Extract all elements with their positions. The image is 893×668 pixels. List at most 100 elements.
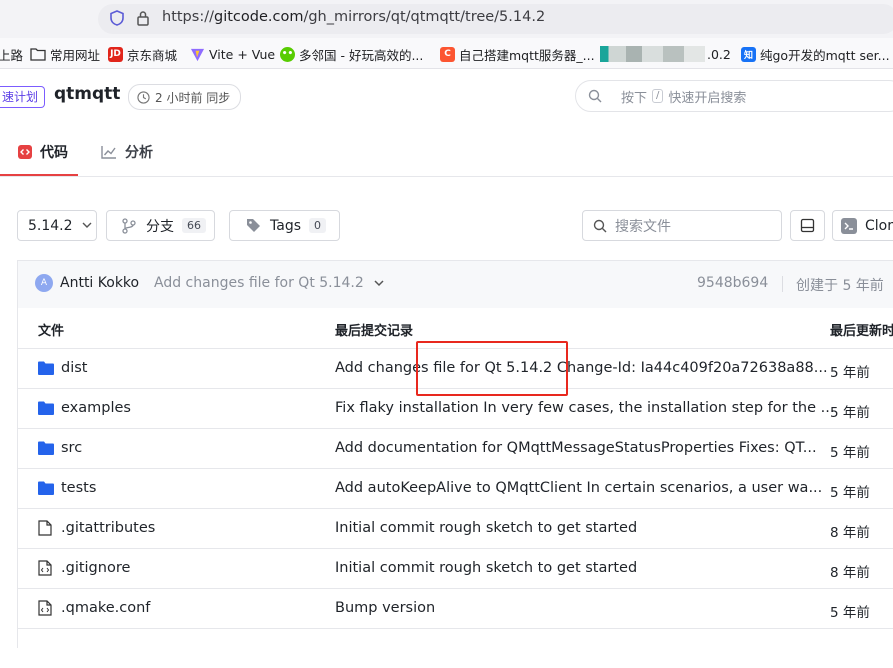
chevron-down-icon[interactable]	[373, 276, 385, 290]
row-commit-message[interactable]: Add changes file for Qt 5.14.2 Change-Id…	[335, 360, 828, 376]
row-updated-time: 8 年前	[830, 565, 870, 581]
speed-plan-tag[interactable]: 速计划	[0, 86, 46, 108]
tab-label: 代码	[40, 145, 68, 161]
tab-code[interactable]: 代码	[18, 142, 68, 162]
row-updated-time: 5 年前	[830, 365, 870, 381]
file-name[interactable]: .gitattributes	[61, 520, 155, 536]
folder-icon	[38, 481, 54, 495]
commit-author[interactable]: Antti Kokko	[60, 275, 139, 291]
bookmark-label: 上路	[0, 47, 24, 63]
tags-label: Tags	[270, 217, 301, 234]
search-icon	[588, 89, 602, 103]
bookmark-label: 多邻国 - 好玩高效的...	[299, 47, 424, 63]
chart-icon	[101, 146, 116, 159]
divider	[782, 276, 783, 292]
tags-button[interactable]: Tags 0	[229, 210, 340, 241]
row-commit-message[interactable]: Initial commit rough sketch to get start…	[335, 520, 637, 536]
file-name[interactable]: examples	[61, 400, 131, 416]
highlight-annotation-box	[416, 341, 568, 396]
file-name[interactable]: dist	[61, 360, 87, 376]
bookmark-label: Vite + Vue	[209, 46, 276, 62]
url-host: gitcode.com	[213, 9, 304, 25]
avatar[interactable]: A	[35, 274, 53, 292]
bookmark-label: 常用网址	[50, 47, 101, 63]
folder-icon	[38, 401, 54, 415]
clone-button[interactable]: Clor	[832, 210, 893, 241]
branch-icon	[122, 217, 136, 234]
bookmark-label: 自己搭建mqtt服务器_...	[459, 47, 595, 63]
vite-icon	[190, 48, 205, 61]
code-file-icon	[38, 600, 52, 616]
bookmark-folder[interactable]: 常用网址	[30, 45, 100, 63]
chevron-down-icon	[82, 222, 92, 228]
row-commit-message[interactable]: Add autoKeepAlive to QMqttClient In cert…	[335, 480, 822, 496]
row-updated-time: 8 年前	[830, 525, 870, 541]
file-name[interactable]: src	[61, 440, 82, 456]
bookmark-label: 京东商城	[127, 47, 178, 63]
blurred-bookmark-icon	[600, 46, 705, 62]
search-icon	[593, 219, 607, 232]
bookmark-item[interactable]: Vite + Vue	[190, 45, 275, 63]
commit-message[interactable]: Add changes file for Qt 5.14.2	[154, 275, 364, 291]
clock-icon	[137, 90, 150, 104]
global-search[interactable]: 按下 / 快速开启搜索	[575, 80, 893, 112]
duolingo-icon: ••	[280, 46, 295, 62]
row-updated-time: 5 年前	[830, 605, 870, 621]
code-file-icon	[38, 560, 52, 576]
url-prefix: https://	[162, 9, 214, 25]
column-header-updated: 最后更新时	[830, 324, 893, 339]
bookmark-label: 纯go开发的mqtt ser...	[760, 47, 890, 63]
terminal-icon	[841, 217, 857, 234]
repo-name[interactable]: qtmqtt	[54, 84, 120, 104]
url-text[interactable]: https://gitcode.com/gh_mirrors/qt/qtmqtt…	[162, 9, 545, 25]
csdn-icon: C	[440, 46, 455, 62]
lock-icon[interactable]	[136, 10, 150, 26]
file-name[interactable]: .gitignore	[61, 560, 130, 576]
zhihu-icon: 知	[741, 46, 756, 62]
url-path: /gh_mirrors/qt/qtmqtt/tree/5.14.2	[303, 9, 546, 25]
sync-label: 2 小时前 同步	[155, 90, 231, 105]
tab-label: 分析	[125, 145, 153, 161]
branch-selector[interactable]: 5.14.2	[17, 210, 97, 241]
file-name[interactable]: .qmake.conf	[61, 600, 150, 616]
bookmark-item[interactable]: C 自己搭建mqtt服务器_...	[440, 45, 595, 63]
sync-badge[interactable]: 2 小时前 同步	[128, 84, 242, 110]
bookmark-item[interactable]: .0.2	[600, 45, 731, 63]
bookmark-item[interactable]: •• 多邻国 - 好玩高效的...	[280, 45, 423, 63]
tab-analysis[interactable]: 分析	[101, 142, 153, 162]
column-header-file: 文件	[38, 324, 65, 339]
row-updated-time: 5 年前	[830, 405, 870, 421]
bookmark-label: .0.2	[707, 46, 731, 62]
search-hint-suffix: 快速开启搜索	[668, 90, 747, 106]
bookmark-item[interactable]: JD 京东商城	[108, 45, 177, 63]
column-header-commit: 最后提交记录	[335, 324, 414, 339]
row-commit-message[interactable]: Bump version	[335, 600, 435, 616]
search-shortcut-key: /	[652, 89, 664, 103]
code-icon	[18, 145, 32, 159]
row-commit-message[interactable]: Initial commit rough sketch to get start…	[335, 560, 637, 576]
tag-icon	[247, 219, 260, 232]
branches-label: 分支	[146, 218, 174, 235]
branches-button[interactable]: 分支 66	[106, 210, 215, 241]
bookmark-item[interactable]: 上路	[0, 45, 23, 63]
branches-count: 66	[182, 218, 206, 233]
row-updated-time: 5 年前	[830, 485, 870, 501]
row-commit-message[interactable]: Add documentation for QMqttMessageStatus…	[335, 440, 817, 456]
folder-outline-icon	[30, 48, 46, 61]
row-commit-message[interactable]: Fix flaky installation In very few cases…	[335, 400, 834, 416]
clone-label: Clor	[865, 217, 893, 234]
bookmark-item[interactable]: 知 纯go开发的mqtt ser...	[741, 45, 890, 63]
folder-icon	[38, 441, 54, 455]
file-icon	[38, 520, 52, 536]
created-time: 创建于 5 年前	[796, 278, 884, 294]
jd-icon: JD	[108, 46, 123, 62]
tab-divider	[0, 176, 893, 177]
table-row[interactable]	[18, 628, 893, 668]
file-search-input[interactable]: 搜索文件	[582, 210, 782, 241]
file-name[interactable]: tests	[61, 480, 96, 496]
commit-hash[interactable]: 9548b694	[697, 275, 768, 291]
search-hint-prefix: 按下	[621, 90, 648, 106]
web-ide-button[interactable]	[790, 210, 825, 241]
shield-icon[interactable]	[110, 10, 124, 26]
file-search-placeholder: 搜索文件	[615, 218, 671, 235]
